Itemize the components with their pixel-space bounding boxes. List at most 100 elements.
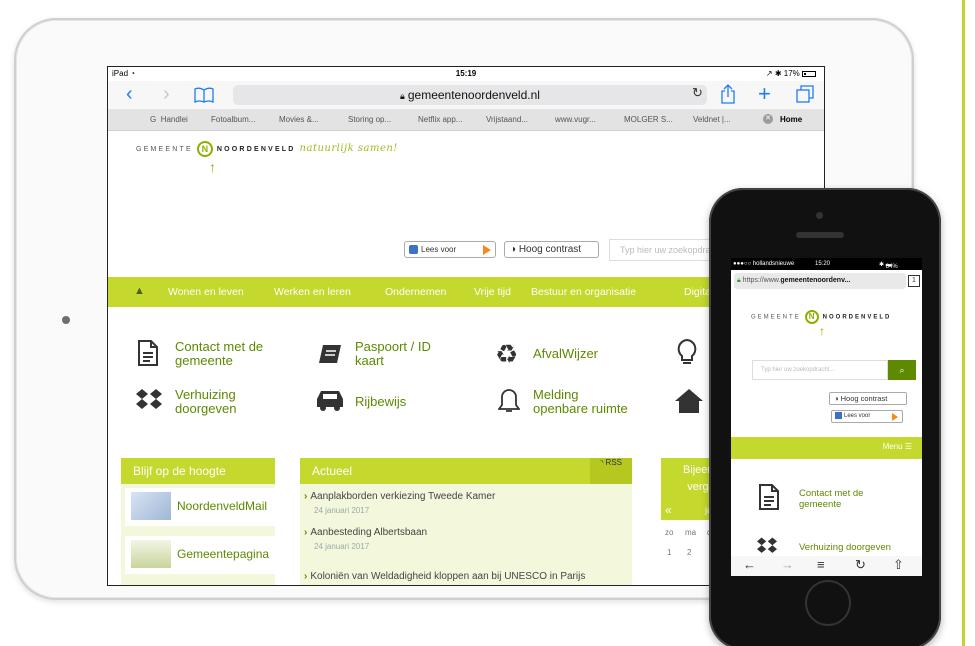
site-slogan: natuurlijk samen! <box>299 142 398 154</box>
tab-storing[interactable]: Storing op... <box>348 115 391 124</box>
site-logo[interactable]: GEMEENTE N NOORDENVELD <box>751 310 891 324</box>
quick-verhuizing[interactable]: Verhuizing doorgeven <box>799 542 891 553</box>
address-bar[interactable]: 🔒︎ https://www.gemeentenoordenv... <box>734 273 906 289</box>
tab-movies[interactable]: Movies &... <box>279 115 319 124</box>
calendar-date[interactable]: 2 <box>687 548 691 557</box>
share-icon[interactable] <box>721 84 735 109</box>
actueel-panel: Actueel ◝ RSS › Aanplakborden verkiezing … <box>300 458 632 585</box>
back-button[interactable]: ← <box>743 557 756 572</box>
status-time: 15:19 <box>455 69 477 78</box>
carrier: ●●●○○ hollandsnieuwe <box>733 261 795 267</box>
close-tab-icon[interactable]: ✕ <box>763 114 773 124</box>
tab-home[interactable]: Home <box>780 115 802 124</box>
noordenveldmail-thumbnail <box>131 492 171 520</box>
gemeentepagina-thumbnail <box>131 540 171 568</box>
back-button[interactable]: ‹ <box>126 83 133 105</box>
safari-bottom-toolbar: ← → ≡ ↻ ⇧ <box>731 556 922 576</box>
logo-n-icon: N <box>804 310 819 324</box>
contrast-icon: ◑ <box>510 244 517 255</box>
lightbulb-icon <box>676 338 698 366</box>
rss-icon: ◝ <box>600 458 604 467</box>
search-button[interactable]: ⌕ <box>888 360 916 380</box>
bookmarks-icon[interactable] <box>194 86 214 108</box>
moving-boxes-icon <box>135 387 163 413</box>
nav-bestuur[interactable]: Bestuur en organisatie <box>531 286 636 298</box>
news-item[interactable]: › Koloniën van Weldadigheid kloppen aan b… <box>304 571 585 582</box>
house-icon <box>674 388 704 414</box>
menu-button[interactable]: Menu ☰ <box>883 442 912 451</box>
quick-contact[interactable]: Contact met de gemeente <box>799 488 863 510</box>
logo-arrow-icon: ↑ <box>209 159 216 175</box>
hoog-contrast-button[interactable]: ◑ Hoog contrast <box>829 392 907 405</box>
nav-werken[interactable]: Werken en leren <box>274 286 351 298</box>
document-icon <box>758 484 780 515</box>
tab-count-button[interactable]: 1 <box>908 275 920 287</box>
iphone-home-button[interactable] <box>805 580 851 626</box>
battery-status: ✱ 84% ▬ <box>879 262 898 270</box>
chevron-right-icon: › <box>304 527 308 538</box>
rss-link[interactable]: ◝ RSS <box>590 458 632 484</box>
tab-netflix[interactable]: Netflix app... <box>418 115 462 124</box>
nav-ondernemen[interactable]: Ondernemen <box>385 286 446 298</box>
tab-molger[interactable]: MOLGER S... <box>624 115 673 124</box>
passport-icon <box>318 344 342 364</box>
battery-icon <box>802 70 816 77</box>
recycle-icon: ♻ <box>495 339 519 369</box>
reload-icon[interactable]: ↻ <box>692 85 703 101</box>
quick-paspoort[interactable]: Paspoort / ID kaart <box>355 340 431 368</box>
quick-melding-openbare-ruimte[interactable]: Melding openbare ruimte <box>533 388 628 416</box>
address-bar[interactable]: 🔒︎ gemeentenoordenveld.nl <box>233 85 707 105</box>
car-icon <box>315 389 345 411</box>
play-icon <box>483 245 491 255</box>
calendar-prev-button[interactable]: « <box>665 503 672 517</box>
ipad-camera <box>62 316 70 324</box>
chevron-right-icon: › <box>304 491 308 502</box>
hoog-contrast-button[interactable]: ◑ Hoog contrast <box>504 241 599 258</box>
speaker-icon <box>409 245 418 255</box>
tab-fotoalbum[interactable]: Fotoalbum... <box>211 115 255 124</box>
tab-veldnet[interactable]: Veldnet |... <box>693 115 731 124</box>
forward-button[interactable]: › <box>163 83 170 105</box>
iphone-device: ●●●○○ hollandsnieuwe 15:20 ✱ 84% ▬ 🔒︎ ht… <box>709 188 941 646</box>
quick-afvalwijzer[interactable]: AfvalWijzer <box>533 347 598 361</box>
lees-voor-button[interactable]: Lees voor <box>404 241 496 258</box>
status-time: 15:20 <box>815 261 831 267</box>
ipad-status-bar: iPad ◔ 15:19 ↗ ✱ 17% <box>108 67 824 81</box>
tab-vugr[interactable]: www.vugr... <box>555 115 596 124</box>
reload-icon[interactable]: ↻ <box>855 557 866 573</box>
nav-wonen[interactable]: Wonen en leven <box>168 286 244 298</box>
accent-line <box>962 0 965 646</box>
lock-icon: 🔒︎ <box>400 91 405 101</box>
quick-contact[interactable]: Contact met de gemeente <box>175 340 263 368</box>
lees-voor-button[interactable]: Lees voor <box>831 410 903 423</box>
tabs-overview-icon[interactable] <box>796 85 814 108</box>
bell-icon <box>498 388 520 414</box>
news-item[interactable]: › Aanplakborden verkiezing Tweede Kamer 24… <box>304 491 495 515</box>
forward-button[interactable]: → <box>781 557 794 572</box>
iphone-status-bar: ●●●○○ hollandsnieuwe 15:20 ✱ 84% ▬ <box>731 258 922 270</box>
tab-handleiding[interactable]: G Handlei <box>150 115 188 124</box>
news-item[interactable]: › Aanbesteding Albertsbaan 24 januari 2017 <box>304 527 427 551</box>
safari-toolbar: ‹ › 🔒︎ gemeentenoordenveld.nl ↻ + <box>108 81 824 109</box>
battery-status: ↗ ✱ 17% <box>766 69 816 78</box>
contrast-icon: ◑ <box>834 394 839 403</box>
play-icon <box>892 413 898 421</box>
blijf-op-de-hoogte-panel: Blijf op de hoogte NoordenveldMail Gemee… <box>121 458 285 585</box>
calendar-date[interactable]: 1 <box>667 548 671 557</box>
logo-arrow-icon: ↑ <box>819 324 825 338</box>
nav-vrije-tijd[interactable]: Vrije tijd <box>474 286 511 298</box>
noordenveldmail-link[interactable]: NoordenveldMail <box>125 488 285 526</box>
bookmark-tab-bar: G Handlei Fotoalbum... Movies &... Stori… <box>108 109 824 131</box>
quick-verhuizing[interactable]: Verhuizing doorgeven <box>175 388 236 416</box>
home-icon[interactable]: ▲ <box>134 285 145 297</box>
tab-vrijstaand[interactable]: Vrijstaand... <box>486 115 528 124</box>
iphone-screen: ●●●○○ hollandsnieuwe 15:20 ✱ 84% ▬ 🔒︎ ht… <box>731 258 922 576</box>
gemeentepagina-link[interactable]: Gemeentepagina <box>125 536 285 574</box>
search-input[interactable]: Typ hier uw zoekopdracht... <box>752 360 888 380</box>
share-icon[interactable]: ⇧ <box>893 557 904 573</box>
chevron-right-icon: › <box>304 571 308 582</box>
menu-icon[interactable]: ≡ <box>817 557 825 572</box>
new-tab-button[interactable]: + <box>758 83 771 105</box>
site-logo[interactable]: GEMEENTE N NOORDENVELD natuurlijk samen! <box>136 141 398 157</box>
quick-rijbewijs[interactable]: Rijbewijs <box>355 395 406 409</box>
